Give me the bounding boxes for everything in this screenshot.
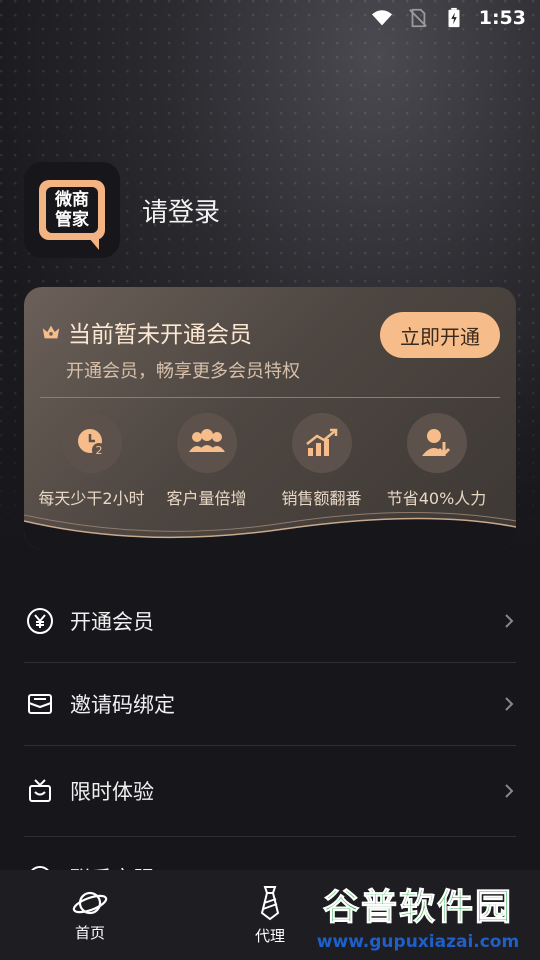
menu-item-trial[interactable]: 限时体验 <box>24 746 516 837</box>
chevron-right-icon <box>505 784 514 798</box>
login-prompt[interactable]: 请登录 <box>142 192 220 229</box>
profile-header[interactable]: 微商 管家 请登录 <box>24 162 220 258</box>
envelope-icon <box>28 694 52 714</box>
gift-box-icon <box>29 779 51 802</box>
clock-time: 1:53 <box>478 7 526 29</box>
app-logo: 微商 管家 <box>24 162 120 258</box>
battery-charging-icon <box>448 7 460 28</box>
perk-item: 节省40%人力 <box>379 413 494 509</box>
chevron-right-icon <box>505 697 514 711</box>
perk-item: 客户量倍增 <box>149 413 264 509</box>
planet-icon <box>72 891 108 914</box>
divider <box>40 397 500 398</box>
no-sim-icon <box>408 8 427 28</box>
vip-subtitle: 开通会员，畅享更多会员特权 <box>66 361 300 382</box>
nav-label: 首页 <box>74 923 105 942</box>
wifi-icon <box>371 10 392 26</box>
perk-circle: 2 <box>61 413 122 473</box>
person-save-icon <box>421 429 450 457</box>
menu-item-invite-code[interactable]: 邀请码绑定 <box>24 663 516 746</box>
menu-item-membership[interactable]: 开通会员 <box>24 580 516 663</box>
clock-icon: 2 <box>77 429 106 457</box>
activate-now-button[interactable]: 立即开通 <box>380 312 500 358</box>
yen-circle-icon <box>27 608 53 634</box>
nav-item-home[interactable]: 首页 <box>0 870 180 960</box>
status-bar: 1:53 <box>0 0 540 36</box>
decorative-wave <box>24 512 516 549</box>
tie-icon <box>260 885 280 920</box>
watermark-title: 谷普软件园 <box>322 887 513 929</box>
perk-circle <box>406 413 467 473</box>
menu-label: 限时体验 <box>70 780 154 804</box>
vip-title-text: 当前暂未开通会员 <box>68 322 252 348</box>
nav-label: 代理 <box>254 926 285 945</box>
chevron-right-icon <box>505 614 514 628</box>
perk-item: 2 每天少干2小时 <box>34 413 149 509</box>
logo-badge: 微商 管家 <box>39 180 105 250</box>
perk-circle <box>176 413 237 473</box>
logo-text-line2: 管家 <box>55 210 89 230</box>
perk-circle <box>291 413 352 473</box>
logo-text-line1: 微商 <box>55 190 89 210</box>
menu-label: 开通会员 <box>70 610 154 634</box>
logo-text: 微商 管家 <box>46 187 98 233</box>
svg-text:2: 2 <box>95 444 102 457</box>
perk-list: 2 每天少干2小时 客户量倍增 销售额翻番 节省40%人力 <box>24 413 516 509</box>
menu-label: 邀请码绑定 <box>70 693 175 717</box>
site-watermark: 谷普软件园 www.gupuxiazai.com <box>302 876 534 954</box>
vip-card: 当前暂未开通会员 开通会员，畅享更多会员特权 立即开通 2 每天少干2小时 客户… <box>24 287 516 549</box>
users-icon <box>188 429 225 452</box>
growth-chart-icon <box>305 428 337 456</box>
vip-title: 当前暂未开通会员 <box>40 315 252 349</box>
crown-icon <box>42 325 60 339</box>
menu-list: 开通会员 邀请码绑定 限时体验 联系客服 <box>24 580 516 920</box>
watermark-url: www.gupuxiazai.com <box>316 932 520 952</box>
perk-item: 销售额翻番 <box>264 413 379 509</box>
